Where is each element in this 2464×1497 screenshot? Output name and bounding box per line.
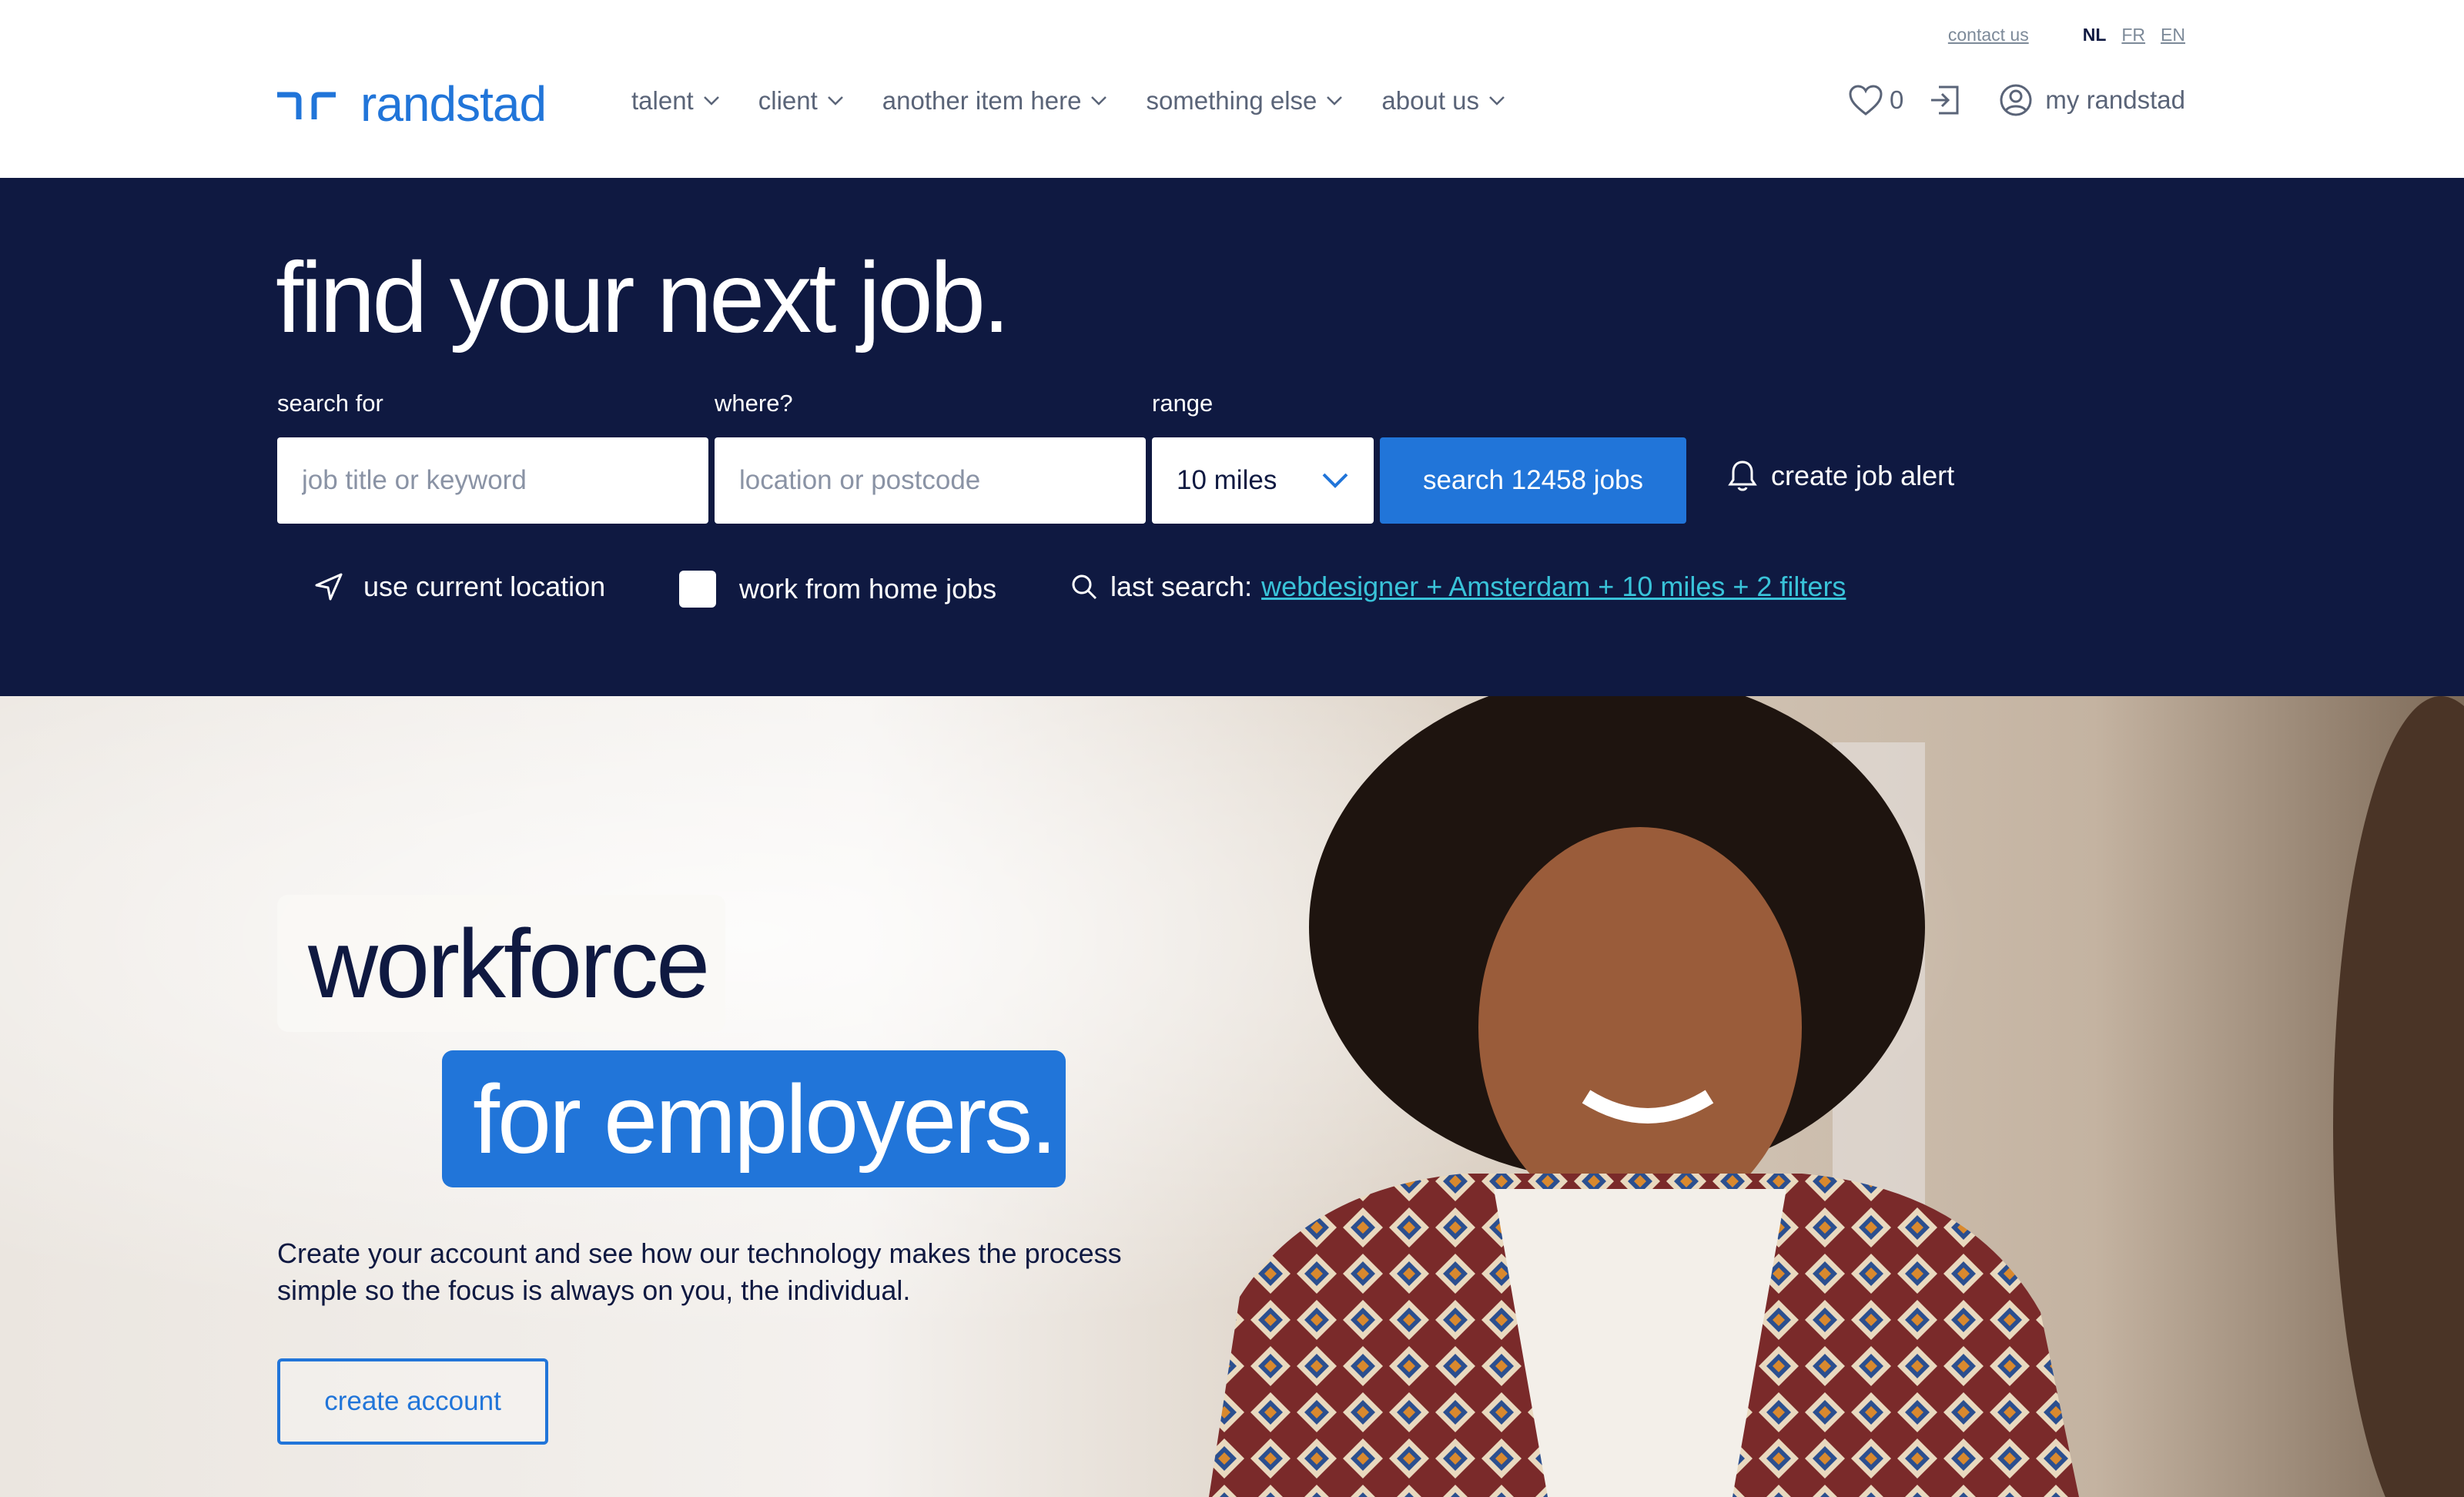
account-label: my randstad [2045,85,2185,114]
chevron-down-icon [1489,96,1505,105]
utility-bar: contact us NL FR EN [1948,25,2185,45]
main-nav: talent client another item here somethin… [631,86,1544,116]
nav-item-another[interactable]: another item here [882,86,1108,116]
location-label: where? [715,390,793,417]
work-from-home-checkbox[interactable]: work from home jobs [679,571,996,608]
workforce-tag: workforce [277,895,725,1032]
last-search: last search: webdesigner + Amsterdam + 1… [1070,571,1846,603]
chevron-down-icon [827,96,843,105]
search-jobs-button[interactable]: search 12458 jobs [1380,437,1686,524]
location-input[interactable] [739,465,1121,496]
lang-en[interactable]: EN [2161,25,2185,45]
wfh-label: work from home jobs [739,573,997,604]
chevron-down-icon [1327,96,1343,105]
favorites-button[interactable]: 0 [1848,84,1903,116]
nav-item-about-us[interactable]: about us [1381,86,1505,116]
range-value: 10 miles [1177,465,1277,495]
nav-item-label: another item here [882,86,1082,115]
checkbox-box[interactable] [679,571,716,608]
job-search-section: find your next job. search for where? ra… [0,178,2464,696]
last-search-link[interactable]: webdesigner + Amsterdam + 10 miles + 2 f… [1261,571,1846,603]
heart-icon [1849,85,1883,116]
location-arrow-icon [315,573,343,601]
login-icon[interactable] [1928,84,1960,116]
favorites-count: 0 [1890,85,1904,114]
chevron-down-icon [703,96,719,105]
chevron-down-icon [1091,96,1107,105]
nav-item-label: client [758,86,818,115]
site-header: contact us NL FR EN randstad talent clie… [0,0,2464,178]
hero-section: workforce for employers. Create your acc… [0,696,2464,1497]
lang-fr[interactable]: FR [2121,25,2145,45]
contact-us-link[interactable]: contact us [1948,25,2029,45]
chevron-down-icon [1322,473,1348,488]
nav-item-something-else[interactable]: something else [1146,86,1343,116]
hero-description: Create your account and see how our tech… [277,1237,1122,1306]
lang-nl[interactable]: NL [2083,25,2107,45]
nav-item-talent[interactable]: talent [631,86,720,116]
header-actions: 0 my randstad [1848,83,2185,117]
use-current-location-button[interactable]: use current location [314,571,605,603]
page-title: find your next job. [276,241,1010,353]
use-location-label: use current location [363,571,606,602]
randstad-logo-mark [277,92,336,119]
nav-item-label: talent [631,86,694,115]
create-job-alert-button[interactable]: create job alert [1728,459,1954,493]
create-account-button[interactable]: create account [277,1358,548,1445]
keyword-label: search for [277,390,383,417]
keyword-field [277,437,708,524]
nav-item-label: something else [1146,86,1317,115]
brand-name: randstad [360,76,547,132]
for-employers-tag: for employers. [442,1050,1066,1187]
randstad-logo[interactable]: randstad [276,75,547,132]
bell-icon [1728,460,1757,491]
user-circle-icon [2000,84,2032,116]
nav-item-client[interactable]: client [758,86,844,116]
location-field [715,437,1146,524]
my-randstad-link[interactable]: my randstad [1999,83,2185,117]
range-select[interactable]: 10 miles [1152,437,1374,524]
keyword-input[interactable] [302,465,684,496]
last-search-label: last search: [1110,571,1253,602]
search-icon [1072,574,1097,600]
nav-item-label: about us [1381,86,1480,115]
range-label: range [1152,390,1214,417]
alert-label: create job alert [1771,460,1955,491]
